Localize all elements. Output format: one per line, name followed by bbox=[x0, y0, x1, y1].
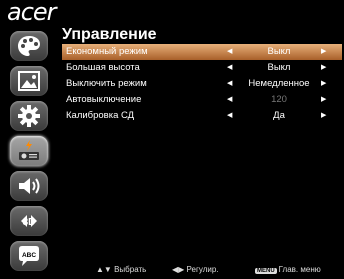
setting-label: Калибровка СД bbox=[66, 110, 135, 121]
setting-label: Автовыключение bbox=[66, 94, 142, 105]
setting-value: Выкл bbox=[267, 62, 291, 73]
page-title: Управление bbox=[62, 26, 157, 43]
hint-select-label: Выбрать bbox=[114, 265, 147, 274]
setting-row-led-calibration[interactable]: Калибровка СД ◀ Да ▶ bbox=[62, 108, 342, 124]
left-arrow-icon[interactable]: ◀ bbox=[227, 60, 232, 76]
sidebar-item-3d[interactable]: 3D bbox=[10, 206, 48, 236]
speaker-icon bbox=[19, 178, 40, 194]
left-arrow-icon[interactable]: ◀ bbox=[227, 108, 232, 124]
setting-row-high-altitude[interactable]: Большая высота ◀ Выкл ▶ bbox=[62, 60, 342, 76]
setting-label: Выключить режим bbox=[66, 78, 147, 89]
hint-menu-label: Глав. меню bbox=[278, 265, 321, 274]
footer-hints: ▲▼ Выбрать ◀▶ Регулир. MENU Глав. меню bbox=[0, 265, 344, 277]
setting-value: Да bbox=[273, 110, 285, 121]
picture-icon bbox=[18, 71, 40, 91]
right-arrow-icon[interactable]: ▶ bbox=[321, 44, 326, 60]
palette-icon bbox=[18, 36, 40, 56]
setting-value: Выкл bbox=[267, 46, 291, 57]
hint-select: ▲▼ Выбрать bbox=[96, 265, 146, 274]
setting-value: Немедленное bbox=[248, 78, 310, 89]
setting-label: Економный режим bbox=[66, 46, 148, 57]
up-down-arrows-icon: ▲▼ bbox=[96, 265, 112, 274]
hint-adjust-label: Регулир. bbox=[186, 265, 219, 274]
left-right-arrows-icon: ◀▶ bbox=[172, 265, 185, 274]
setting-row-eco-mode[interactable]: Економный режим ◀ Выкл ▶ bbox=[62, 44, 342, 60]
sidebar-item-image[interactable] bbox=[10, 66, 48, 96]
menu-key-icon: MENU bbox=[255, 268, 277, 274]
sidebar: 3D ABC bbox=[6, 26, 52, 278]
sidebar-item-management[interactable] bbox=[10, 136, 48, 166]
gear-icon bbox=[18, 105, 40, 127]
3d-icon: 3D bbox=[21, 215, 37, 228]
acer-logo: acer bbox=[7, 0, 57, 26]
right-arrow-icon[interactable]: ▶ bbox=[321, 108, 326, 124]
setting-row-auto-off[interactable]: Автовыключение ◀ 120 ▶ bbox=[62, 92, 342, 108]
right-arrow-icon[interactable]: ▶ bbox=[321, 60, 326, 76]
power-lamp-icon bbox=[19, 140, 39, 160]
left-arrow-icon[interactable]: ◀ bbox=[227, 76, 232, 92]
abc-label: ABC bbox=[22, 252, 36, 259]
hint-adjust: ◀▶ Регулир. bbox=[172, 265, 219, 274]
left-arrow-icon[interactable]: ◀ bbox=[227, 92, 232, 108]
settings-list: Економный режим ◀ Выкл ▶ Большая высота … bbox=[62, 44, 342, 124]
left-arrow-icon[interactable]: ◀ bbox=[227, 44, 232, 60]
3d-label: 3D bbox=[23, 217, 36, 228]
sidebar-item-settings[interactable] bbox=[10, 101, 48, 131]
setting-row-power-off-mode[interactable]: Выключить режим ◀ Немедленное ▶ bbox=[62, 76, 342, 92]
right-arrow-icon[interactable]: ▶ bbox=[321, 92, 326, 108]
right-arrow-icon[interactable]: ▶ bbox=[321, 76, 326, 92]
hint-menu: MENU Глав. меню bbox=[255, 265, 321, 274]
sidebar-item-color[interactable] bbox=[10, 31, 48, 61]
setting-label: Большая высота bbox=[66, 62, 140, 73]
setting-value: 120 bbox=[271, 94, 287, 105]
sidebar-item-audio[interactable] bbox=[10, 171, 48, 201]
